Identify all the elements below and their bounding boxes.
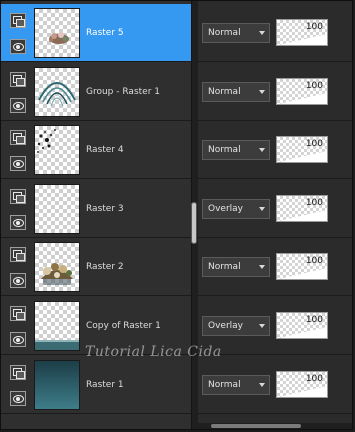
opacity-wedge xyxy=(279,93,327,104)
opacity-wedge xyxy=(279,210,327,221)
layer-toggle-group xyxy=(10,365,28,409)
layer-properties-row: Normal 100 xyxy=(198,4,352,62)
blend-mode-dropdown[interactable]: Overlay xyxy=(202,199,270,219)
visibility-eye-icon[interactable] xyxy=(10,39,26,54)
opacity-slider[interactable]: 100 xyxy=(276,371,328,398)
visibility-eye-icon[interactable] xyxy=(10,273,26,288)
visibility-eye-icon[interactable] xyxy=(10,98,26,113)
layer-name: Copy of Raster 1 xyxy=(86,321,161,331)
layer-name: Raster 5 xyxy=(86,28,124,38)
dropdown-arrow-icon xyxy=(259,265,265,269)
layer-name: Raster 2 xyxy=(86,262,124,272)
scrollbar-thumb[interactable] xyxy=(211,424,301,428)
opacity-slider[interactable]: 100 xyxy=(276,136,328,163)
blend-mode-value: Normal xyxy=(208,28,241,38)
layer-thumbnail xyxy=(34,125,80,175)
splitter-handle[interactable] xyxy=(191,202,197,244)
layer-thumbnail xyxy=(34,184,80,234)
dropdown-arrow-icon xyxy=(259,31,265,35)
layer-properties-row: Normal 100 xyxy=(198,356,352,414)
layer-properties-row: Normal 100 xyxy=(198,63,352,121)
blend-mode-value: Normal xyxy=(208,380,241,390)
layer-name: Raster 3 xyxy=(86,204,124,214)
opacity-wedge xyxy=(279,268,327,279)
layer-thumbnail xyxy=(34,301,80,351)
blend-mode-dropdown[interactable]: Overlay xyxy=(202,316,270,336)
visibility-eye-icon[interactable] xyxy=(10,156,26,171)
layer-toggle-group xyxy=(10,72,28,116)
layer-toggle-group xyxy=(10,306,28,350)
blend-mode-dropdown[interactable]: Normal xyxy=(202,375,270,395)
layer-properties-row: Normal 100 xyxy=(198,238,352,296)
layer-toggle-group xyxy=(10,13,28,57)
blend-mode-value: Overlay xyxy=(208,204,243,214)
opacity-value: 100 xyxy=(305,374,323,384)
dropdown-arrow-icon xyxy=(259,207,265,211)
opacity-value: 100 xyxy=(305,139,323,149)
opacity-slider[interactable]: 100 xyxy=(276,312,328,339)
visibility-eye-icon[interactable] xyxy=(10,332,26,347)
layer-type-icon[interactable] xyxy=(10,365,26,380)
blend-mode-dropdown[interactable]: Normal xyxy=(202,82,270,102)
blend-mode-value: Overlay xyxy=(208,321,243,331)
layer-list: Raster 5 Group - Raster 1 Raster 4 Raster 3… xyxy=(1,1,191,429)
layer-properties-row: Normal 100 xyxy=(198,121,352,179)
opacity-slider[interactable]: 100 xyxy=(276,78,328,105)
blend-mode-value: Normal xyxy=(208,87,241,97)
opacity-slider[interactable]: 100 xyxy=(276,195,328,222)
layer-type-icon[interactable] xyxy=(10,306,26,321)
blend-mode-dropdown[interactable]: Normal xyxy=(202,140,270,160)
blend-mode-value: Normal xyxy=(208,145,241,155)
layer-properties-row: Overlay 100 xyxy=(198,180,352,238)
opacity-value: 100 xyxy=(305,198,323,208)
layer-name: Group - Raster 1 xyxy=(86,87,160,97)
layer-type-icon[interactable] xyxy=(10,130,26,145)
layer-row[interactable]: Raster 5 xyxy=(1,4,191,62)
layer-row[interactable]: Raster 3 xyxy=(1,180,191,238)
opacity-slider[interactable]: 100 xyxy=(276,19,328,46)
blend-mode-dropdown[interactable]: Normal xyxy=(202,23,270,43)
layer-row[interactable]: Raster 4 xyxy=(1,121,191,179)
layer-name: Raster 4 xyxy=(86,145,124,155)
visibility-eye-icon[interactable] xyxy=(10,215,26,230)
opacity-wedge xyxy=(279,34,327,45)
layer-row[interactable]: Raster 1 xyxy=(1,356,191,414)
layer-thumbnail xyxy=(34,360,80,410)
layer-toggle-group xyxy=(10,189,28,233)
layer-type-icon[interactable] xyxy=(10,72,26,87)
dropdown-arrow-icon xyxy=(259,148,265,152)
layer-toggle-group xyxy=(10,130,28,174)
layer-row[interactable]: Raster 2 xyxy=(1,238,191,296)
layer-type-icon[interactable] xyxy=(10,13,26,28)
layer-row[interactable]: Group - Raster 1 xyxy=(1,63,191,121)
opacity-wedge xyxy=(279,327,327,338)
opacity-value: 100 xyxy=(305,81,323,91)
layer-toggle-group xyxy=(10,247,28,291)
layer-properties-column: Normal 100 Normal 100 Normal 100 Overlay 100 Nor… xyxy=(198,1,352,429)
opacity-value: 100 xyxy=(305,22,323,32)
dropdown-arrow-icon xyxy=(259,383,265,387)
layer-type-icon[interactable] xyxy=(10,189,26,204)
opacity-slider[interactable]: 100 xyxy=(276,253,328,280)
opacity-wedge xyxy=(279,386,327,397)
layers-palette: Raster 5 Group - Raster 1 Raster 4 Raster 3… xyxy=(0,0,353,430)
layer-name: Raster 1 xyxy=(86,380,124,390)
blend-mode-value: Normal xyxy=(208,262,241,272)
opacity-value: 100 xyxy=(305,256,323,266)
visibility-eye-icon[interactable] xyxy=(10,391,26,406)
watermark-text: Tutorial Lica Cida xyxy=(85,344,222,360)
layer-thumbnail xyxy=(34,8,80,58)
dropdown-arrow-icon xyxy=(259,324,265,328)
layer-type-icon[interactable] xyxy=(10,247,26,262)
layer-thumbnail xyxy=(34,67,80,117)
dropdown-arrow-icon xyxy=(259,90,265,94)
blend-mode-dropdown[interactable]: Normal xyxy=(202,257,270,277)
opacity-wedge xyxy=(279,151,327,162)
layer-thumbnail xyxy=(34,242,80,292)
opacity-value: 100 xyxy=(305,315,323,325)
